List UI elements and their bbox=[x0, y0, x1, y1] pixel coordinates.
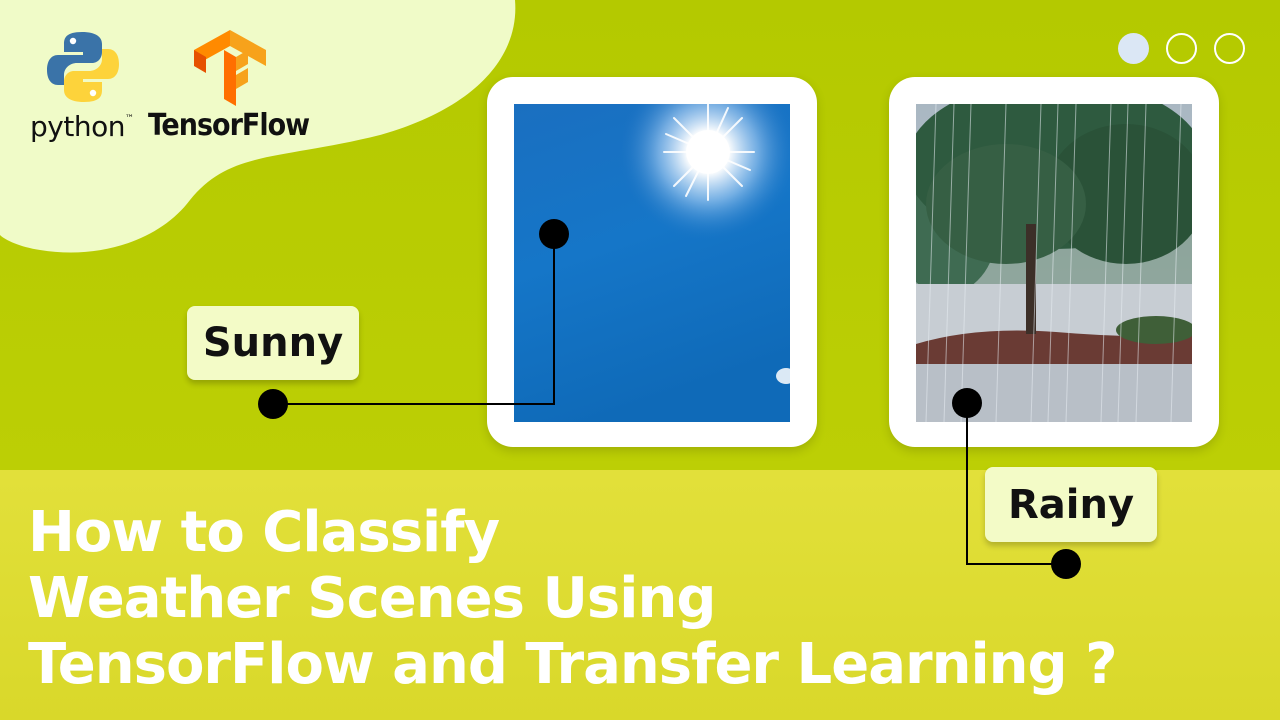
tensorflow-wordmark: TensorFlow bbox=[148, 108, 310, 143]
headline-line-3: TensorFlow and Transfer Learning ? bbox=[28, 632, 1118, 697]
sunny-pin-top bbox=[539, 219, 569, 249]
sunny-connector-vertical bbox=[553, 234, 555, 405]
rainy-pin-top bbox=[952, 388, 982, 418]
sunny-connector-horizontal bbox=[273, 403, 555, 405]
carousel-dot-3[interactable] bbox=[1214, 33, 1245, 64]
headline-line-1: How to Classify bbox=[28, 500, 500, 565]
python-wordmark: python™ bbox=[30, 110, 134, 143]
carousel-dot-2[interactable] bbox=[1166, 33, 1197, 64]
headline: How to Classify Weather Scenes Using Ten… bbox=[28, 500, 1268, 698]
sunny-pin-bottom bbox=[258, 389, 288, 419]
rainy-tree-image bbox=[916, 104, 1192, 422]
tensorflow-icon bbox=[194, 30, 266, 106]
headline-line-2: Weather Scenes Using bbox=[28, 566, 716, 631]
python-icon bbox=[47, 32, 119, 102]
carousel-dot-1[interactable] bbox=[1118, 33, 1149, 64]
sunny-sky-image bbox=[514, 104, 790, 422]
sunny-label: Sunny bbox=[187, 306, 359, 380]
